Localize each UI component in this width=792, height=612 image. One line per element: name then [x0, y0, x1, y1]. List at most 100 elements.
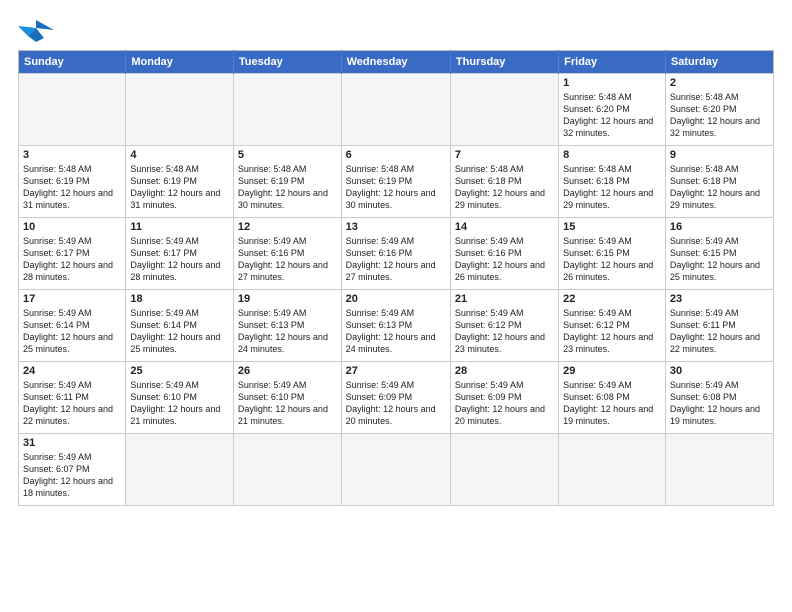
calendar-cell — [341, 74, 450, 146]
calendar-cell: 30Sunrise: 5:49 AM Sunset: 6:08 PM Dayli… — [665, 362, 773, 434]
logo — [18, 16, 58, 44]
calendar-cell: 13 Sunrise: 5:49 AM Sunset: 6:16 PM Dayli… — [341, 218, 450, 290]
calendar-cell: 22Sunrise: 5:49 AM Sunset: 6:12 PM Dayli… — [559, 290, 666, 362]
day-info: Sunrise: 5:49 AM Sunset: 6:11 PM Dayligh… — [23, 379, 121, 428]
calendar-cell: 27Sunrise: 5:49 AM Sunset: 6:09 PM Dayli… — [341, 362, 450, 434]
day-info: Sunrise: 5:49 AM Sunset: 6:10 PM Dayligh… — [130, 379, 229, 428]
day-info: Sunrise: 5:49 AM Sunset: 6:13 PM Dayligh… — [346, 307, 446, 356]
day-number: 10 — [23, 221, 121, 233]
calendar-cell: 18Sunrise: 5:49 AM Sunset: 6:14 PM Dayli… — [126, 290, 234, 362]
calendar-cell: 31 Sunrise: 5:49 AM Sunset: 6:07 PM Dayli… — [19, 434, 126, 506]
weekday-header-wednesday: Wednesday — [341, 51, 450, 74]
day-info: Sunrise: 5:48 AM Sunset: 6:19 PM Dayligh… — [130, 163, 229, 212]
day-number: 15 — [563, 221, 661, 233]
calendar-cell: 8 Sunrise: 5:48 AM Sunset: 6:18 PM Daylig… — [559, 146, 666, 218]
day-info: Sunrise: 5:48 AM Sunset: 6:18 PM Dayligh… — [563, 163, 661, 212]
calendar-cell — [450, 434, 558, 506]
calendar-week-4: 24 Sunrise: 5:49 AM Sunset: 6:11 PM Dayli… — [19, 362, 774, 434]
day-info: Sunrise: 5:49 AM Sunset: 6:13 PM Dayligh… — [238, 307, 337, 356]
day-number: 20 — [346, 293, 446, 305]
calendar-week-5: 31 Sunrise: 5:49 AM Sunset: 6:07 PM Dayli… — [19, 434, 774, 506]
calendar-cell — [126, 434, 234, 506]
day-info: Sunrise: 5:49 AM Sunset: 6:16 PM Dayligh… — [238, 235, 337, 284]
day-info: Sunrise: 5:48 AM Sunset: 6:18 PM Dayligh… — [670, 163, 769, 212]
calendar-cell: 29 Sunrise: 5:49 AM Sunset: 6:08 PM Dayli… — [559, 362, 666, 434]
day-info: Sunrise: 5:49 AM Sunset: 6:16 PM Dayligh… — [346, 235, 446, 284]
weekday-header-monday: Monday — [126, 51, 234, 74]
calendar-week-1: 3Sunrise: 5:48 AM Sunset: 6:19 PM Daylig… — [19, 146, 774, 218]
calendar-week-3: 17 Sunrise: 5:49 AM Sunset: 6:14 PM Dayli… — [19, 290, 774, 362]
calendar-cell: 2 Sunrise: 5:48 AM Sunset: 6:20 PM Daylig… — [665, 74, 773, 146]
day-number: 18 — [130, 293, 229, 305]
day-info: Sunrise: 5:49 AM Sunset: 6:12 PM Dayligh… — [455, 307, 554, 356]
day-number: 6 — [346, 149, 446, 161]
logo-bird-icon — [18, 16, 54, 44]
calendar-cell: 1 Sunrise: 5:48 AM Sunset: 6:20 PM Daylig… — [559, 74, 666, 146]
day-number: 5 — [238, 149, 337, 161]
calendar-cell — [233, 74, 341, 146]
day-info: Sunrise: 5:49 AM Sunset: 6:11 PM Dayligh… — [670, 307, 769, 356]
calendar-week-2: 10 Sunrise: 5:49 AM Sunset: 6:17 PM Dayli… — [19, 218, 774, 290]
calendar-cell: 10 Sunrise: 5:49 AM Sunset: 6:17 PM Dayli… — [19, 218, 126, 290]
day-info: Sunrise: 5:48 AM Sunset: 6:19 PM Dayligh… — [23, 163, 121, 212]
day-info: Sunrise: 5:49 AM Sunset: 6:16 PM Dayligh… — [455, 235, 554, 284]
calendar-cell — [19, 74, 126, 146]
day-number: 7 — [455, 149, 554, 161]
day-info: Sunrise: 5:49 AM Sunset: 6:15 PM Dayligh… — [670, 235, 769, 284]
page: SundayMondayTuesdayWednesdayThursdayFrid… — [0, 0, 792, 516]
day-number: 19 — [238, 293, 337, 305]
calendar-cell: 11Sunrise: 5:49 AM Sunset: 6:17 PM Dayli… — [126, 218, 234, 290]
calendar-cell: 23 Sunrise: 5:49 AM Sunset: 6:11 PM Dayli… — [665, 290, 773, 362]
day-number: 9 — [670, 149, 769, 161]
calendar-cell: 12 Sunrise: 5:49 AM Sunset: 6:16 PM Dayli… — [233, 218, 341, 290]
calendar-cell: 16Sunrise: 5:49 AM Sunset: 6:15 PM Dayli… — [665, 218, 773, 290]
day-number: 31 — [23, 437, 121, 449]
day-info: Sunrise: 5:48 AM Sunset: 6:20 PM Dayligh… — [670, 91, 769, 140]
calendar-cell — [665, 434, 773, 506]
day-info: Sunrise: 5:49 AM Sunset: 6:07 PM Dayligh… — [23, 451, 121, 500]
calendar-cell: 6 Sunrise: 5:48 AM Sunset: 6:19 PM Daylig… — [341, 146, 450, 218]
day-number: 26 — [238, 365, 337, 377]
day-info: Sunrise: 5:49 AM Sunset: 6:08 PM Dayligh… — [563, 379, 661, 428]
day-info: Sunrise: 5:49 AM Sunset: 6:10 PM Dayligh… — [238, 379, 337, 428]
calendar: SundayMondayTuesdayWednesdayThursdayFrid… — [18, 50, 774, 506]
day-info: Sunrise: 5:49 AM Sunset: 6:17 PM Dayligh… — [23, 235, 121, 284]
calendar-cell: 9 Sunrise: 5:48 AM Sunset: 6:18 PM Daylig… — [665, 146, 773, 218]
day-number: 21 — [455, 293, 554, 305]
day-number: 8 — [563, 149, 661, 161]
calendar-cell: 19 Sunrise: 5:49 AM Sunset: 6:13 PM Dayli… — [233, 290, 341, 362]
day-number: 12 — [238, 221, 337, 233]
day-number: 29 — [563, 365, 661, 377]
day-number: 27 — [346, 365, 446, 377]
day-info: Sunrise: 5:48 AM Sunset: 6:19 PM Dayligh… — [346, 163, 446, 212]
weekday-header-tuesday: Tuesday — [233, 51, 341, 74]
weekday-header-thursday: Thursday — [450, 51, 558, 74]
calendar-cell: 14 Sunrise: 5:49 AM Sunset: 6:16 PM Dayli… — [450, 218, 558, 290]
day-number: 28 — [455, 365, 554, 377]
day-number: 14 — [455, 221, 554, 233]
calendar-cell: 26 Sunrise: 5:49 AM Sunset: 6:10 PM Dayli… — [233, 362, 341, 434]
day-info: Sunrise: 5:49 AM Sunset: 6:09 PM Dayligh… — [455, 379, 554, 428]
calendar-cell: 28 Sunrise: 5:49 AM Sunset: 6:09 PM Dayli… — [450, 362, 558, 434]
day-number: 2 — [670, 77, 769, 89]
calendar-cell — [233, 434, 341, 506]
calendar-cell: 4 Sunrise: 5:48 AM Sunset: 6:19 PM Daylig… — [126, 146, 234, 218]
day-number: 24 — [23, 365, 121, 377]
calendar-cell — [559, 434, 666, 506]
calendar-cell: 15Sunrise: 5:49 AM Sunset: 6:15 PM Dayli… — [559, 218, 666, 290]
day-info: Sunrise: 5:49 AM Sunset: 6:14 PM Dayligh… — [23, 307, 121, 356]
day-number: 11 — [130, 221, 229, 233]
calendar-cell: 25 Sunrise: 5:49 AM Sunset: 6:10 PM Dayli… — [126, 362, 234, 434]
day-number: 17 — [23, 293, 121, 305]
day-info: Sunrise: 5:48 AM Sunset: 6:18 PM Dayligh… — [455, 163, 554, 212]
day-number: 25 — [130, 365, 229, 377]
calendar-cell: 17 Sunrise: 5:49 AM Sunset: 6:14 PM Dayli… — [19, 290, 126, 362]
day-number: 23 — [670, 293, 769, 305]
day-info: Sunrise: 5:49 AM Sunset: 6:08 PM Dayligh… — [670, 379, 769, 428]
calendar-cell — [126, 74, 234, 146]
day-number: 4 — [130, 149, 229, 161]
calendar-cell — [450, 74, 558, 146]
day-info: Sunrise: 5:48 AM Sunset: 6:20 PM Dayligh… — [563, 91, 661, 140]
day-number: 1 — [563, 77, 661, 89]
day-number: 13 — [346, 221, 446, 233]
